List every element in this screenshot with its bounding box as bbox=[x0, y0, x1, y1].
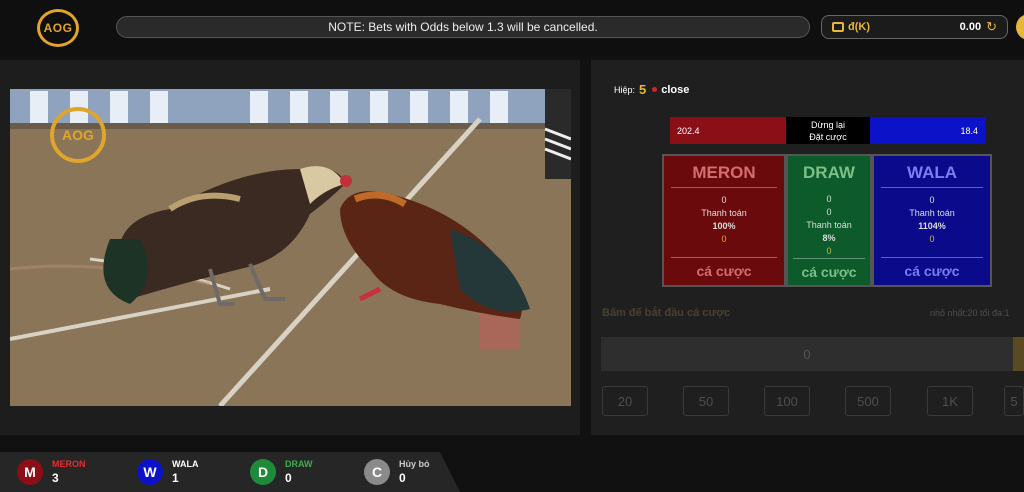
result-count: 0 bbox=[399, 471, 406, 485]
draw-card[interactable]: DRAW 0 0 Thanh toán 8% 0 cá cược bbox=[786, 154, 872, 287]
watermark-text: AOG bbox=[62, 127, 94, 143]
result-label: WALA bbox=[172, 459, 199, 469]
draw-title: DRAW bbox=[803, 163, 855, 182]
bet-input-edge bbox=[1013, 337, 1024, 371]
stream-watermark: AOG bbox=[50, 107, 106, 163]
result-count: 1 bbox=[172, 471, 179, 485]
result-label: MERON bbox=[52, 459, 86, 469]
live-video-stream[interactable]: AOG bbox=[10, 89, 571, 406]
result-draw: D DRAW 0 bbox=[250, 459, 313, 485]
chip-500[interactable]: 500 bbox=[845, 386, 891, 416]
bet-amount-input[interactable]: 0 bbox=[601, 337, 1013, 371]
wala-payout-label: Thanh toán bbox=[909, 208, 955, 218]
round-label: Hiệp: bbox=[614, 84, 636, 95]
chip-50[interactable]: 50 bbox=[683, 386, 729, 416]
round-status: close bbox=[661, 83, 690, 96]
chip-100[interactable]: 100 bbox=[764, 386, 810, 416]
status-line-2: Đặt cược bbox=[809, 131, 847, 142]
status-dot-icon bbox=[652, 87, 658, 92]
odds-bar: 202.4 Dừng lại Đặt cược 18.4 bbox=[670, 117, 986, 144]
meron-my-bet: 0 bbox=[721, 234, 727, 244]
aog-logo[interactable]: AOG bbox=[37, 9, 79, 47]
chip-5[interactable]: 5 bbox=[1004, 386, 1024, 416]
bet-limits: nhỏ nhất:20 tối đa:1 bbox=[930, 308, 1010, 318]
meron-payout-pct: 100% bbox=[712, 221, 736, 231]
draw-amount-2: 0 bbox=[826, 207, 832, 217]
refresh-icon[interactable]: ↻ bbox=[986, 19, 997, 35]
wala-my-bet: 0 bbox=[929, 234, 935, 244]
chip-20[interactable]: 20 bbox=[602, 386, 648, 416]
start-bet-hint: Bấm để bắt đầu cá cược bbox=[602, 307, 731, 319]
meron-payout-label: Thanh toán bbox=[701, 208, 747, 218]
draw-bet-button[interactable]: cá cược bbox=[792, 258, 866, 286]
result-hủy-bỏ: C Hủy bỏ 0 bbox=[364, 459, 430, 485]
meron-total: 202.4 bbox=[670, 117, 786, 144]
result-badge: C bbox=[364, 459, 390, 485]
result-wala: W WALA 1 bbox=[137, 459, 199, 485]
round-number: 5 bbox=[639, 82, 647, 97]
wala-payout-pct: 1104% bbox=[918, 221, 946, 231]
wala-title: WALA bbox=[906, 163, 958, 182]
meron-amount: 0 bbox=[721, 195, 727, 205]
result-label: DRAW bbox=[285, 459, 313, 469]
draw-payout-label: Thanh toán bbox=[806, 220, 852, 230]
result-badge: M bbox=[17, 459, 43, 485]
balance-box[interactable]: đ(K) 0.00 ↻ bbox=[821, 15, 1008, 39]
result-meron: M MERON 3 bbox=[17, 459, 86, 485]
status-line-1: Dừng lại bbox=[810, 119, 846, 130]
wallet-icon bbox=[832, 22, 844, 32]
notice-text: NOTE: Bets with Odds below 1.3 will be c… bbox=[328, 20, 598, 34]
draw-my-bet: 0 bbox=[826, 246, 832, 256]
wala-amount: 0 bbox=[929, 195, 935, 205]
wala-bet-button[interactable]: cá cược bbox=[880, 257, 984, 285]
avatar[interactable] bbox=[1016, 14, 1024, 40]
draw-amount: 0 bbox=[826, 194, 832, 204]
wala-card[interactable]: WALA 0 Thanh toán 1104% 0 cá cược bbox=[872, 154, 992, 287]
divider bbox=[671, 187, 777, 188]
result-badge: W bbox=[137, 459, 163, 485]
divider bbox=[880, 187, 984, 188]
result-label: Hủy bỏ bbox=[399, 459, 430, 469]
balance-amount: 0.00 bbox=[959, 21, 982, 33]
wala-total: 18.4 bbox=[870, 117, 986, 144]
result-count: 0 bbox=[285, 471, 292, 485]
result-badge: D bbox=[250, 459, 276, 485]
meron-card[interactable]: MERON 0 Thanh toán 100% 0 cá cược bbox=[662, 154, 786, 287]
round-info: Hiệp: 5 close bbox=[614, 82, 689, 97]
meron-title: MERON bbox=[692, 163, 756, 182]
logo-text: AOG bbox=[43, 21, 73, 35]
odds-notice-banner: NOTE: Bets with Odds below 1.3 will be c… bbox=[116, 16, 810, 38]
currency-label: đ(K) bbox=[848, 21, 870, 33]
betting-status: Dừng lại Đặt cược bbox=[786, 117, 870, 144]
meron-bet-button[interactable]: cá cược bbox=[671, 257, 777, 285]
chip-1k[interactable]: 1K bbox=[927, 386, 973, 416]
result-count: 3 bbox=[52, 471, 59, 485]
top-bar: AOG NOTE: Bets with Odds below 1.3 will … bbox=[0, 0, 1024, 56]
draw-payout-pct: 8% bbox=[822, 233, 836, 243]
